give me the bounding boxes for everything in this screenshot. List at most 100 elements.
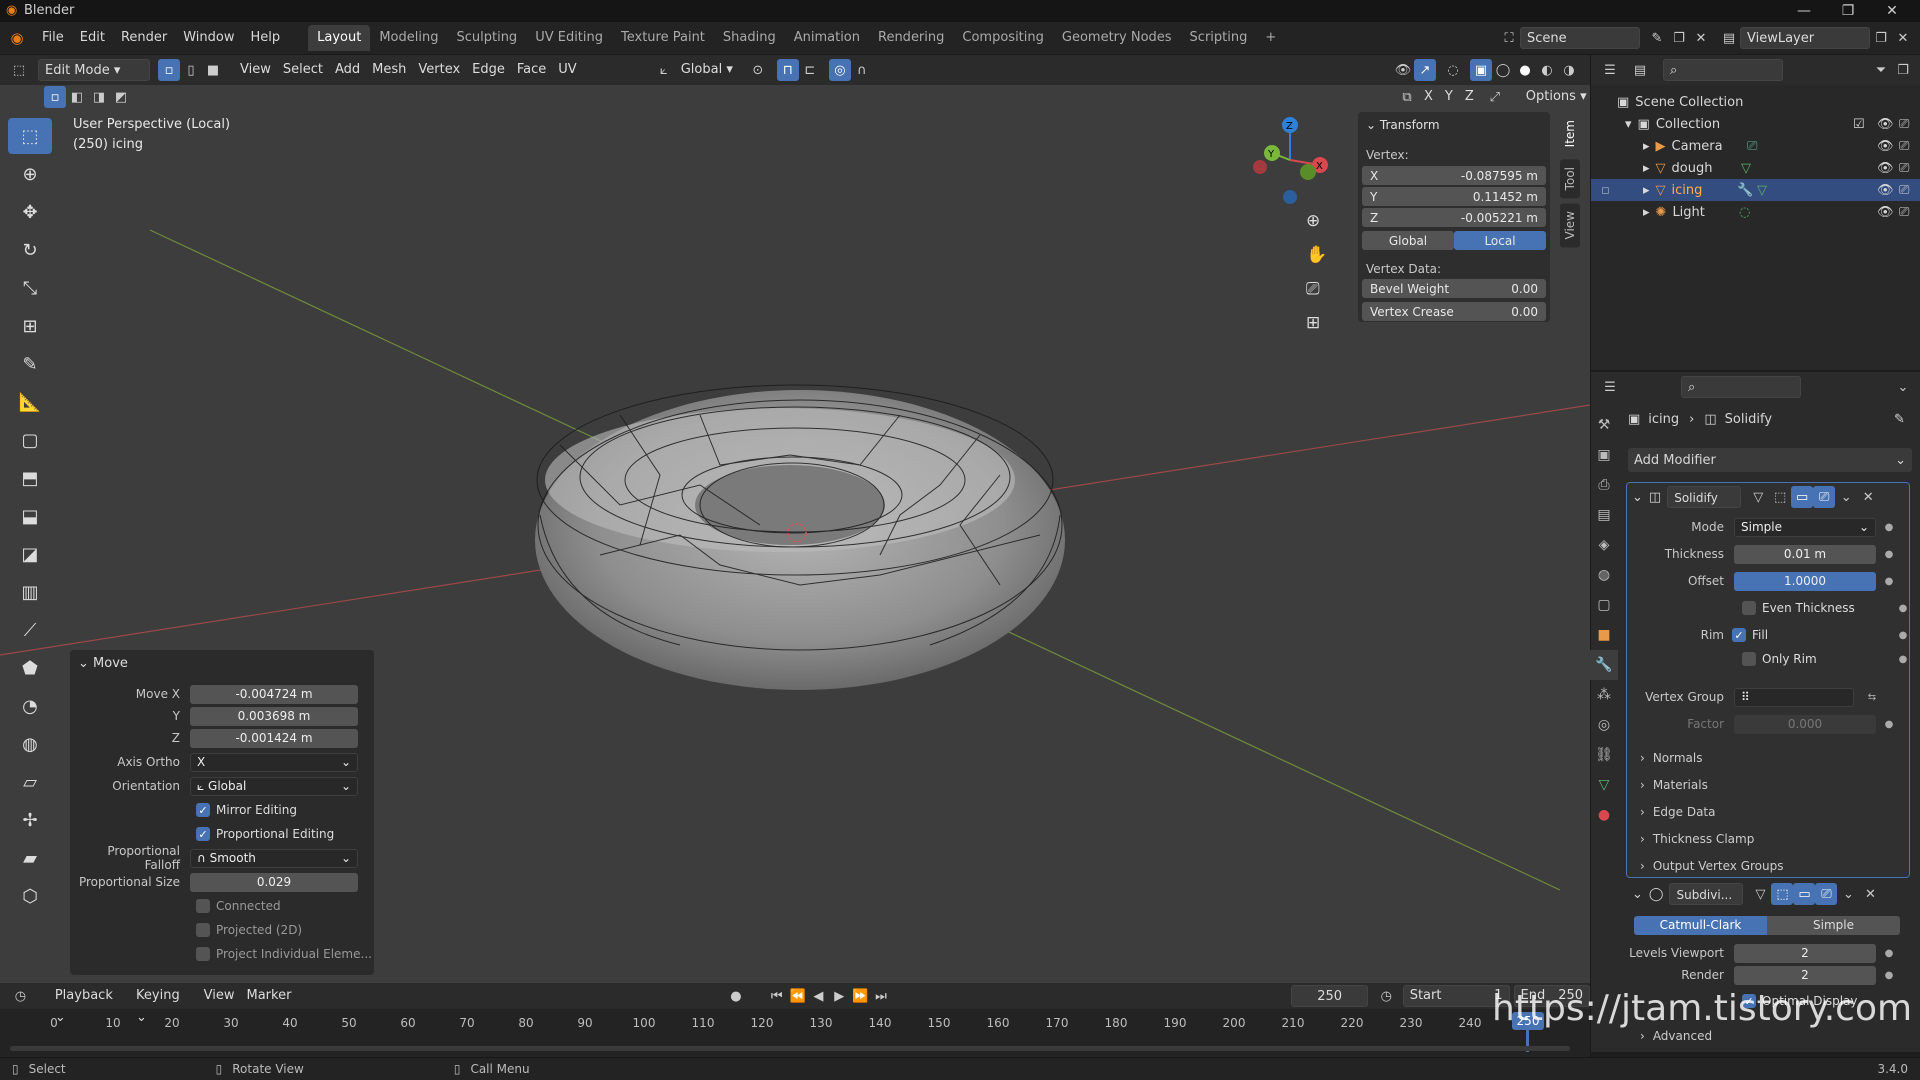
new-scene-icon[interactable]: ❐	[1668, 27, 1690, 49]
render-camera-icon[interactable]: ⎚	[1899, 117, 1909, 132]
view-layer-selector[interactable]: ViewLayer	[1740, 27, 1870, 49]
close-icon[interactable]: ✕	[1857, 486, 1879, 508]
timeline-scrollbar[interactable]	[10, 1046, 1570, 1051]
cursor-tool-icon[interactable]: ⊕	[8, 156, 52, 192]
poly-build-tool-icon[interactable]: ⬟	[8, 650, 52, 686]
playback-menu[interactable]: Playback ⌄	[49, 985, 130, 1025]
projected-checkbox[interactable]	[196, 923, 210, 937]
shrink-fatten-tool-icon[interactable]: ✢	[8, 802, 52, 838]
even-thickness-checkbox[interactable]	[1742, 601, 1756, 615]
view-layer-tab-icon[interactable]: ▤	[1590, 500, 1618, 530]
pivot-icon[interactable]: ⊙	[747, 59, 769, 81]
project-individual-checkbox[interactable]	[196, 947, 210, 961]
on-cage-icon[interactable]: ▽	[1749, 883, 1771, 905]
outliner-item-camera[interactable]: ▸ ▶ Camera ⎚ 👁 ⎚	[1591, 135, 1920, 157]
auto-merge-icon[interactable]: ⤢	[1484, 86, 1506, 108]
remove-view-layer-icon[interactable]: ✕	[1892, 27, 1914, 49]
jump-end-icon[interactable]: ⏭	[871, 985, 892, 1007]
levels-viewport-field[interactable]: 2	[1734, 943, 1876, 963]
outliner-scene-collection[interactable]: ▣ Scene Collection	[1591, 91, 1920, 113]
select-box-tool-icon[interactable]: ⬚	[8, 118, 52, 154]
eye-icon[interactable]: 👁	[1877, 205, 1894, 220]
select-new-icon[interactable]: ▫	[44, 86, 66, 108]
tab-item[interactable]: Item	[1560, 112, 1580, 156]
select-invert-icon[interactable]: ◩	[110, 86, 132, 108]
loop-cut-tool-icon[interactable]: ▥	[8, 574, 52, 610]
outliner-item-light[interactable]: ▸ ✺ Light ◌ 👁 ⎚	[1591, 201, 1920, 223]
tab-view[interactable]: View	[1560, 202, 1580, 248]
navigation-gizmo[interactable]: Z X Y	[1240, 115, 1340, 205]
outliner-search-input[interactable]: ⌕	[1663, 59, 1783, 81]
simple-option[interactable]: Simple	[1767, 915, 1900, 935]
outliner-item-dough[interactable]: ▸ ▽ dough ▽ 👁 ⎚	[1591, 157, 1920, 179]
render-display-icon[interactable]: ⎚	[1813, 486, 1836, 508]
vertex-select-icon[interactable]: ▫	[158, 59, 180, 81]
eye-icon[interactable]: 👁	[1877, 117, 1894, 132]
annotate-tool-icon[interactable]: ✎	[8, 346, 52, 382]
mode-selector[interactable]: Edit Mode ▾	[38, 59, 150, 81]
keyframe-dot-icon[interactable]: ●	[1898, 603, 1908, 614]
keyframe-dot-icon[interactable]: ●	[1884, 576, 1894, 587]
current-frame-field[interactable]: 250	[1291, 985, 1368, 1007]
local-toggle[interactable]: Local	[1454, 231, 1546, 250]
tab-animation[interactable]: Animation	[785, 25, 869, 51]
pin-icon[interactable]: ✎	[1646, 27, 1668, 49]
vertex-z-field[interactable]: Z -0.005221 m	[1362, 208, 1546, 227]
menu-mesh[interactable]: Mesh	[366, 59, 412, 81]
viewport-display-icon[interactable]: ▭	[1791, 486, 1814, 508]
shear-tool-icon[interactable]: ▰	[8, 840, 52, 876]
edit-mode-icon[interactable]: ▫	[1601, 183, 1610, 198]
bevel-weight-field[interactable]: Bevel Weight 0.00	[1362, 279, 1546, 298]
display-mode-icon[interactable]: ▤	[1629, 59, 1651, 81]
chevron-down-icon[interactable]: ⌄	[1835, 486, 1857, 508]
catmull-clark-option[interactable]: Catmull-Clark	[1634, 915, 1767, 935]
scene-icon[interactable]: ⛶	[1498, 27, 1520, 49]
scene-selector[interactable]: Scene	[1520, 27, 1640, 49]
jump-start-icon[interactable]: ⏮	[766, 985, 787, 1007]
new-collection-icon[interactable]: ❐	[1892, 59, 1914, 81]
fill-rim-checkbox[interactable]: ✓	[1732, 628, 1746, 642]
render-camera-icon[interactable]: ⎚	[1899, 205, 1909, 220]
smooth-tool-icon[interactable]: ◍	[8, 726, 52, 762]
filter-icon[interactable]: ⏷	[1870, 59, 1892, 81]
tab-tool[interactable]: Tool	[1560, 159, 1580, 199]
timeline-editor-icon[interactable]: ◷	[10, 985, 31, 1007]
collapse-icon[interactable]: ⌄	[1632, 490, 1643, 505]
tab-rendering[interactable]: Rendering	[869, 25, 953, 51]
solidify-name-field[interactable]: Solidify	[1667, 486, 1742, 508]
add-cube-tool-icon[interactable]: ▢	[8, 422, 52, 458]
menu-window[interactable]: Window	[175, 26, 242, 50]
new-view-layer-icon[interactable]: ❐	[1870, 27, 1892, 49]
constraints-tab-icon[interactable]: ⛓	[1590, 740, 1618, 770]
tool-tab-icon[interactable]: ⚒	[1590, 410, 1618, 440]
axis-ortho-dropdown[interactable]: X ⌄	[190, 752, 358, 772]
properties-editor-icon[interactable]: ☰	[1599, 376, 1621, 398]
jump-keyframe-back-icon[interactable]: ⏪	[787, 985, 808, 1007]
scale-tool-icon[interactable]: ⤡	[8, 270, 52, 306]
marker-menu[interactable]: Marker	[241, 985, 298, 1007]
move-tool-icon[interactable]: ✥	[8, 194, 52, 230]
blender-menu-icon[interactable]: ◉	[0, 29, 34, 47]
edge-select-icon[interactable]: ▯	[180, 59, 202, 81]
axis-z-toggle[interactable]: Z	[1459, 86, 1480, 108]
gizmo-icon[interactable]: ↗	[1414, 59, 1436, 81]
transform-tool-icon[interactable]: ⊞	[8, 308, 52, 344]
rendered-shading-icon[interactable]: ◑	[1558, 59, 1580, 81]
wireframe-shading-icon[interactable]: ◯	[1492, 59, 1514, 81]
menu-face[interactable]: Face	[511, 59, 552, 81]
physics-tab-icon[interactable]: ◎	[1590, 710, 1618, 740]
tab-geometry-nodes[interactable]: Geometry Nodes	[1053, 25, 1181, 51]
modifier-wrench-icon[interactable]: 🔧	[1737, 183, 1753, 198]
eye-icon[interactable]: 👁	[1877, 139, 1894, 154]
factor-field[interactable]: 0.000	[1734, 714, 1876, 734]
particles-tab-icon[interactable]: ⁂	[1590, 680, 1618, 710]
material-tab-icon[interactable]: ●	[1590, 800, 1618, 830]
invert-vertex-group-icon[interactable]: ⇆	[1862, 692, 1882, 703]
orientation-selector[interactable]: Global ▾	[675, 59, 739, 81]
vertex-group-field[interactable]: ⠿	[1734, 687, 1854, 707]
render-camera-icon[interactable]: ⎚	[1899, 183, 1909, 198]
render-display-icon[interactable]: ⎚	[1815, 883, 1838, 905]
eye-icon[interactable]: 👁	[1877, 183, 1894, 198]
rotate-tool-icon[interactable]: ↻	[8, 232, 52, 268]
tab-compositing[interactable]: Compositing	[953, 25, 1053, 51]
